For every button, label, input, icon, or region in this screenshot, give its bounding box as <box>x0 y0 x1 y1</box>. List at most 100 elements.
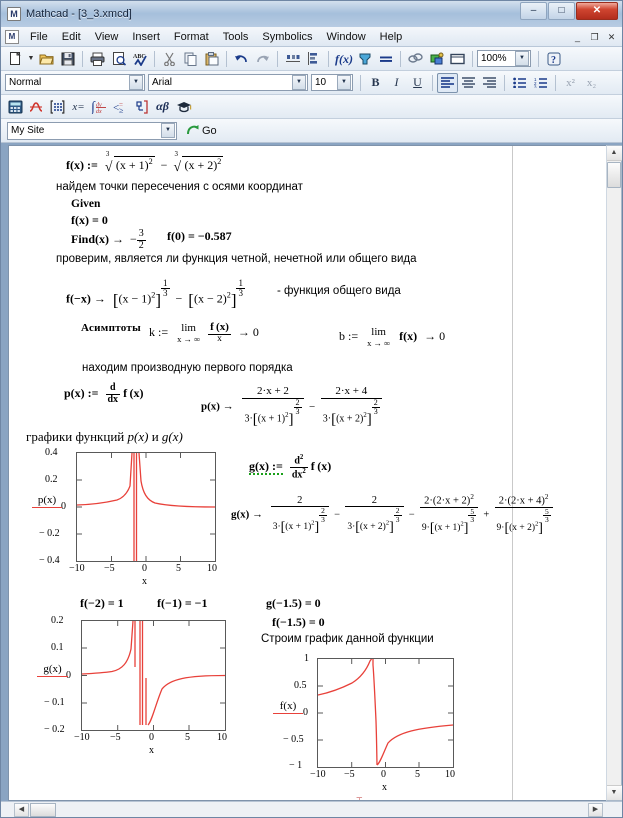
copy-icon[interactable] <box>180 49 201 69</box>
menu-help[interactable]: Help <box>373 29 410 45</box>
numbered-list-icon[interactable]: 123 <box>530 73 551 93</box>
align-across-icon[interactable] <box>282 49 303 69</box>
text-find-intersections[interactable]: найдем точки пересечения с осями координ… <box>56 181 303 193</box>
plot-p-xlabel[interactable]: x <box>142 576 147 587</box>
horizontal-scrollbar[interactable]: ◀ ▶ <box>1 801 622 817</box>
superscript-icon[interactable]: x² <box>560 73 581 93</box>
chevron-down-icon[interactable]: ▼ <box>161 123 175 138</box>
redo-icon[interactable] <box>252 49 273 69</box>
mdi-close-button[interactable]: ✕ <box>604 30 619 44</box>
vertical-scrollbar[interactable]: ▲ ▼ <box>606 145 622 801</box>
spellcheck-icon[interactable]: ABC <box>129 49 150 69</box>
menu-tools[interactable]: Tools <box>216 29 256 45</box>
text-graphs-p-g[interactable]: графики функций p(x) и g(x) <box>26 429 183 445</box>
region-parity-expression[interactable]: f(−x) → [(x − 1)2] 1 3 − [(x − 2)2] 1 3 <box>66 278 245 310</box>
go-button[interactable]: Go <box>180 121 223 141</box>
text-build-plot[interactable]: Строим график данной функции <box>261 633 434 645</box>
paste-icon[interactable] <box>201 49 222 69</box>
mdi-minimize-button[interactable]: _ <box>570 30 585 44</box>
region-f-minus2[interactable]: f(−2) = 1 <box>80 596 124 611</box>
text-parity-check[interactable]: проверим, является ли функция четной, не… <box>56 253 417 265</box>
subscript-icon[interactable]: x₂ <box>581 73 602 93</box>
region-p-symbolic[interactable]: p(x) → 2·x + 2 3·[(x + 1)2] 2 3 − 2·x + 4 … <box>201 385 382 428</box>
menu-file[interactable]: File <box>23 29 55 45</box>
menu-symbolics[interactable]: Symbolics <box>255 29 319 45</box>
insert-hyperlink-icon[interactable] <box>405 49 426 69</box>
print-preview-icon[interactable] <box>108 49 129 69</box>
calculus-palette-icon[interactable]: ∫ dy dx <box>89 97 110 117</box>
symbolic-palette-icon[interactable] <box>173 97 194 117</box>
chevron-down-icon[interactable]: ▼ <box>292 75 306 90</box>
help-icon[interactable]: ? <box>543 49 564 69</box>
font-size-combo[interactable]: 10 ▼ <box>311 74 353 91</box>
zoom-combo[interactable]: 100% ▼ <box>477 50 531 67</box>
menu-view[interactable]: View <box>88 29 126 45</box>
align-left-icon[interactable] <box>437 72 458 93</box>
region-given[interactable]: Given <box>71 198 100 210</box>
menu-edit[interactable]: Edit <box>55 29 88 45</box>
font-combo[interactable]: Arial ▼ <box>148 74 308 91</box>
worksheet[interactable]: f(x) := 3 √ (x + 1)2 − 3 √ (x + 2)2 найд… <box>8 145 606 801</box>
save-icon[interactable] <box>57 49 78 69</box>
underline-button[interactable]: U <box>407 73 428 93</box>
align-center-icon[interactable] <box>458 73 479 93</box>
chevron-down-icon[interactable]: ▼ <box>129 75 143 90</box>
bullet-list-icon[interactable] <box>509 73 530 93</box>
plot-g-ylabel[interactable]: g(x) <box>37 663 68 677</box>
site-combo[interactable]: My Site ▼ <box>7 121 177 140</box>
region-f-zero-result[interactable]: f(0) = −0.587 <box>167 229 232 244</box>
minimize-button[interactable]: – <box>520 2 547 20</box>
menu-window[interactable]: Window <box>320 29 373 45</box>
menu-insert[interactable]: Insert <box>125 29 167 45</box>
region-f-minus1[interactable]: f(−1) = −1 <box>157 596 208 611</box>
italic-button[interactable]: I <box>386 73 407 93</box>
text-general-form-note[interactable]: - функция общего вида <box>277 285 401 297</box>
region-f-minus15[interactable]: f(−1.5) = 0 <box>272 615 325 630</box>
region-g-definition[interactable]: g(x) := d2 dx2 f (x) <box>249 454 331 481</box>
new-dropdown-icon[interactable]: ▼ <box>26 55 36 62</box>
chevron-down-icon[interactable]: ▼ <box>515 51 529 66</box>
cut-icon[interactable] <box>159 49 180 69</box>
region-g-symbolic[interactable]: g(x) → 2 3·[(x + 1)2] 2 3 − 2 3·[(x + 2)2]… <box>231 493 553 536</box>
style-combo[interactable]: Normal ▼ <box>5 74 145 91</box>
undo-icon[interactable] <box>231 49 252 69</box>
align-right-icon[interactable] <box>479 73 500 93</box>
plot-g-xlabel[interactable]: x <box>149 745 154 756</box>
greek-palette-icon[interactable]: αβ <box>152 97 173 117</box>
region-find[interactable]: Find(x) → −3 2 <box>71 228 146 251</box>
region-g-minus15[interactable]: g(−1.5) = 0 <box>266 596 321 611</box>
matrix-palette-icon[interactable] <box>47 97 68 117</box>
scroll-down-icon[interactable]: ▼ <box>606 785 622 800</box>
plot-p-ylabel[interactable]: p(x) <box>32 494 62 508</box>
insert-component-icon[interactable] <box>426 49 447 69</box>
insert-unit-icon[interactable] <box>354 49 375 69</box>
print-icon[interactable] <box>87 49 108 69</box>
text-first-derivative[interactable]: находим производную первого порядка <box>82 362 293 374</box>
calculate-icon[interactable] <box>375 49 396 69</box>
open-icon[interactable] <box>36 49 57 69</box>
new-icon[interactable] <box>5 49 26 69</box>
plot-f-frame[interactable] <box>317 658 454 768</box>
region-equation-fx-zero[interactable]: f(x) = 0 <box>71 213 108 228</box>
programming-palette-icon[interactable] <box>131 97 152 117</box>
graph-palette-icon[interactable] <box>26 97 47 117</box>
mdi-restore-button[interactable]: ❐ <box>587 30 602 44</box>
insert-area-icon[interactable] <box>447 49 468 69</box>
plot-f-xlabel[interactable]: x <box>382 782 387 793</box>
align-down-icon[interactable] <box>303 49 324 69</box>
bold-button[interactable]: B <box>365 73 386 93</box>
close-button[interactable]: ✕ <box>576 2 618 20</box>
maximize-button[interactable]: □ <box>548 2 575 20</box>
horizontal-scroll-thumb[interactable] <box>30 802 56 817</box>
boolean-palette-icon[interactable]: < = ≥ <box>110 97 131 117</box>
scroll-right-icon[interactable]: ▶ <box>588 802 603 817</box>
region-f-definition[interactable]: f(x) := 3 √ (x + 1)2 − 3 √ (x + 2)2 <box>66 150 224 174</box>
label-asymptotes[interactable]: Асимптоты <box>81 322 141 334</box>
region-k-limit[interactable]: k := lim x → ∞ f (x) x → 0 <box>149 321 259 345</box>
region-b-limit[interactable]: b := lim x → ∞ f(x) → 0 <box>339 326 445 348</box>
plot-p-frame[interactable] <box>76 452 216 562</box>
scroll-left-icon[interactable]: ◀ <box>14 802 29 817</box>
insert-function-icon[interactable]: f(x) <box>333 49 354 69</box>
plot-f-ylabel[interactable]: f(x) <box>273 700 303 714</box>
calculator-palette-icon[interactable] <box>5 97 26 117</box>
